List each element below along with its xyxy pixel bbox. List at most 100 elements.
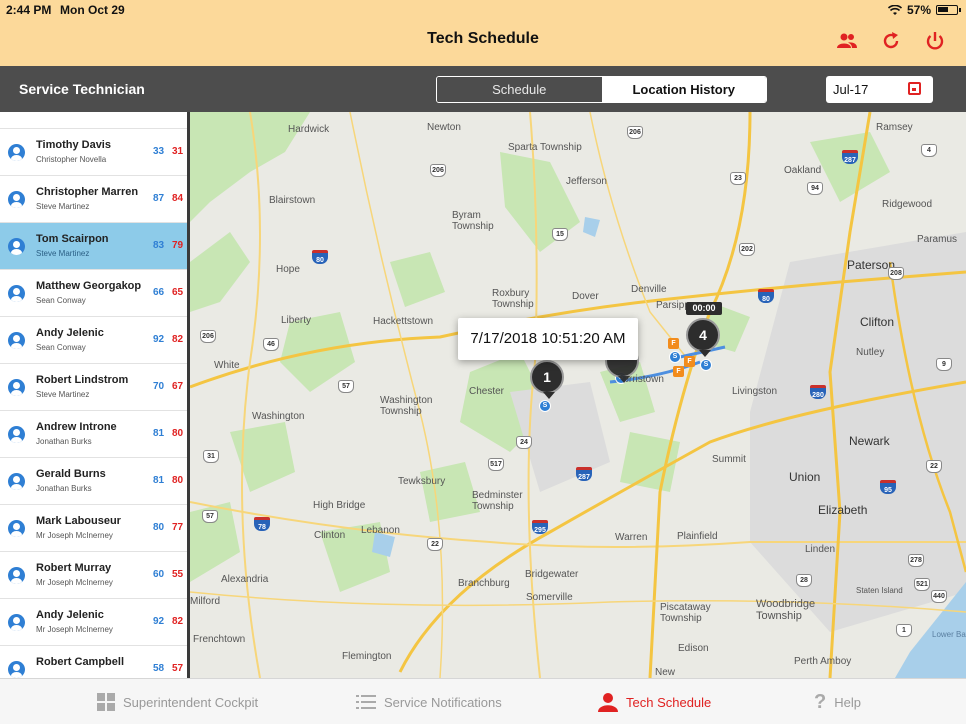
power-icon[interactable] xyxy=(924,30,946,52)
technician-count-red: 79 xyxy=(172,240,184,251)
highway-shield: 46 xyxy=(263,338,279,351)
technician-supervisor: Sean Conway xyxy=(36,343,86,352)
refresh-icon[interactable] xyxy=(880,30,902,52)
avatar-icon xyxy=(8,614,25,631)
place-label: Staten Island xyxy=(856,586,903,595)
tab-superintendent-cockpit[interactable]: Superintendent Cockpit xyxy=(97,679,258,725)
place-label: Jefferson xyxy=(566,176,607,187)
place-label: Washington Township xyxy=(380,395,433,417)
place-label: Tewksbury xyxy=(398,476,446,487)
status-time: 2:44 PM xyxy=(6,3,52,17)
tab-service-notifications[interactable]: Service Notifications xyxy=(356,679,502,725)
technician-count-red: 80 xyxy=(172,428,184,439)
technician-row[interactable]: Gerald Burns Jonathan Burks 81 80 xyxy=(0,458,187,505)
stop-marker[interactable]: S xyxy=(669,351,681,363)
tab-tech-schedule[interactable]: Tech Schedule xyxy=(598,679,711,725)
technician-name: Tom Scairpon xyxy=(36,233,109,245)
tab-help[interactable]: ? Help xyxy=(814,679,861,725)
highway-shield: 4 xyxy=(921,144,937,157)
highway-shield: 202 xyxy=(739,243,755,256)
technician-row[interactable]: Mark Labouseur Mr Joseph McInerney 80 77 xyxy=(0,505,187,552)
place-label: Bedminster Township xyxy=(472,490,523,512)
place-label: Piscataway Township xyxy=(660,602,711,624)
map-pin[interactable]: 4 xyxy=(686,318,720,357)
header-actions xyxy=(836,30,946,52)
place-label: New xyxy=(655,667,676,678)
technician-row[interactable]: Tom Scairpon Steve Martinez 83 79 xyxy=(0,223,187,270)
tab-location-history[interactable]: Location History xyxy=(601,77,766,102)
technician-row[interactable]: Andrew Introne Jonathan Burks 81 80 xyxy=(0,411,187,458)
technician-name: Robert Lindstrom xyxy=(36,374,129,386)
place-label: Hackettstown xyxy=(373,316,434,327)
tab-schedule[interactable]: Schedule xyxy=(437,77,602,102)
technician-count-blue: 58 xyxy=(153,663,165,674)
view-segmented-control: Schedule Location History xyxy=(436,76,767,103)
place-label: Denville xyxy=(631,284,667,295)
technician-count-red: 82 xyxy=(172,616,184,627)
stop-marker[interactable]: S xyxy=(700,359,712,371)
technician-row[interactable]: Andy Jelenic Sean Conway 92 82 xyxy=(0,317,187,364)
dashboard-icon xyxy=(97,693,115,711)
technician-name: Timothy Davis xyxy=(36,139,111,151)
place-label: Hope xyxy=(276,264,300,275)
avatar-icon xyxy=(8,473,25,490)
technician-count-red: 84 xyxy=(172,193,184,204)
place-label: Frenchtown xyxy=(193,634,246,645)
technician-supervisor: Mr Joseph McInerney xyxy=(36,625,113,634)
date-picker[interactable]: Jul-17 xyxy=(826,76,933,103)
place-label: Branchburg xyxy=(458,578,510,589)
technician-row[interactable]: Andy Jelenic Mr Joseph McInerney 92 82 xyxy=(0,599,187,646)
place-label: Plainfield xyxy=(677,531,718,542)
interstate-shield: 78 xyxy=(254,517,270,531)
date-picker-value: Jul-17 xyxy=(833,82,869,97)
highway-shield: 24 xyxy=(516,436,532,449)
stop-marker[interactable]: S xyxy=(539,400,551,412)
technician-count-red: 80 xyxy=(172,475,184,486)
technician-name: Mark Labouseur xyxy=(36,515,121,527)
highway-shield: 517 xyxy=(488,458,504,471)
avatar-icon xyxy=(8,332,25,349)
tab-label: Help xyxy=(834,694,861,710)
finish-marker[interactable]: F xyxy=(668,338,679,349)
highway-shield: 22 xyxy=(427,538,443,551)
avatar-icon xyxy=(8,191,25,208)
place-label: Flemington xyxy=(342,651,392,662)
map-pin[interactable]: 1 xyxy=(530,360,564,399)
technician-count-red: 55 xyxy=(172,569,184,580)
place-label: Clifton xyxy=(860,315,895,329)
place-label: Somerville xyxy=(526,592,573,603)
place-label: Nutley xyxy=(856,347,885,358)
finish-marker[interactable]: F xyxy=(673,366,684,377)
status-date: Mon Oct 29 xyxy=(60,3,125,17)
map-view[interactable]: Hardwick Newton Sparta Township Ramsey J… xyxy=(190,112,966,678)
technician-count-blue: 70 xyxy=(153,381,165,392)
highway-shield: 23 xyxy=(730,172,746,185)
avatar-icon xyxy=(8,379,25,396)
technician-count-red: 57 xyxy=(172,663,184,674)
list-header-spacer xyxy=(0,112,187,129)
technician-row[interactable]: Robert Lindstrom Steve Martinez 70 67 xyxy=(0,364,187,411)
highway-shield: 22 xyxy=(926,460,942,473)
person-icon xyxy=(598,693,618,712)
technician-name: Robert Murray xyxy=(36,562,112,574)
technician-count-red: 65 xyxy=(172,287,184,298)
finish-marker[interactable]: F xyxy=(684,356,695,367)
technician-row[interactable]: Christopher Marren Steve Martinez 87 84 xyxy=(0,176,187,223)
users-icon[interactable] xyxy=(836,30,858,52)
technician-row[interactable]: Matthew Georgakop Sean Conway 66 65 xyxy=(0,270,187,317)
place-label: Livingston xyxy=(732,386,778,397)
place-label: Paramus xyxy=(917,234,958,245)
technician-supervisor: Sean Conway xyxy=(36,296,86,305)
highway-shield: 206 xyxy=(627,126,643,139)
tab-label: Tech Schedule xyxy=(626,694,712,710)
place-label: Chester xyxy=(469,386,505,397)
avatar-icon xyxy=(8,285,25,302)
avatar-icon xyxy=(8,238,25,255)
place-label: Ridgewood xyxy=(882,199,933,210)
technician-row[interactable]: Robert Campbell 58 57 xyxy=(0,646,187,678)
wifi-icon xyxy=(887,4,902,15)
technician-row[interactable]: Timothy Davis Christopher Novella 33 31 xyxy=(0,129,187,176)
technician-supervisor: Steve Martinez xyxy=(36,390,90,399)
technician-name: Andy Jelenic xyxy=(36,609,104,621)
technician-row[interactable]: Robert Murray Mr Joseph McInerney 60 55 xyxy=(0,552,187,599)
